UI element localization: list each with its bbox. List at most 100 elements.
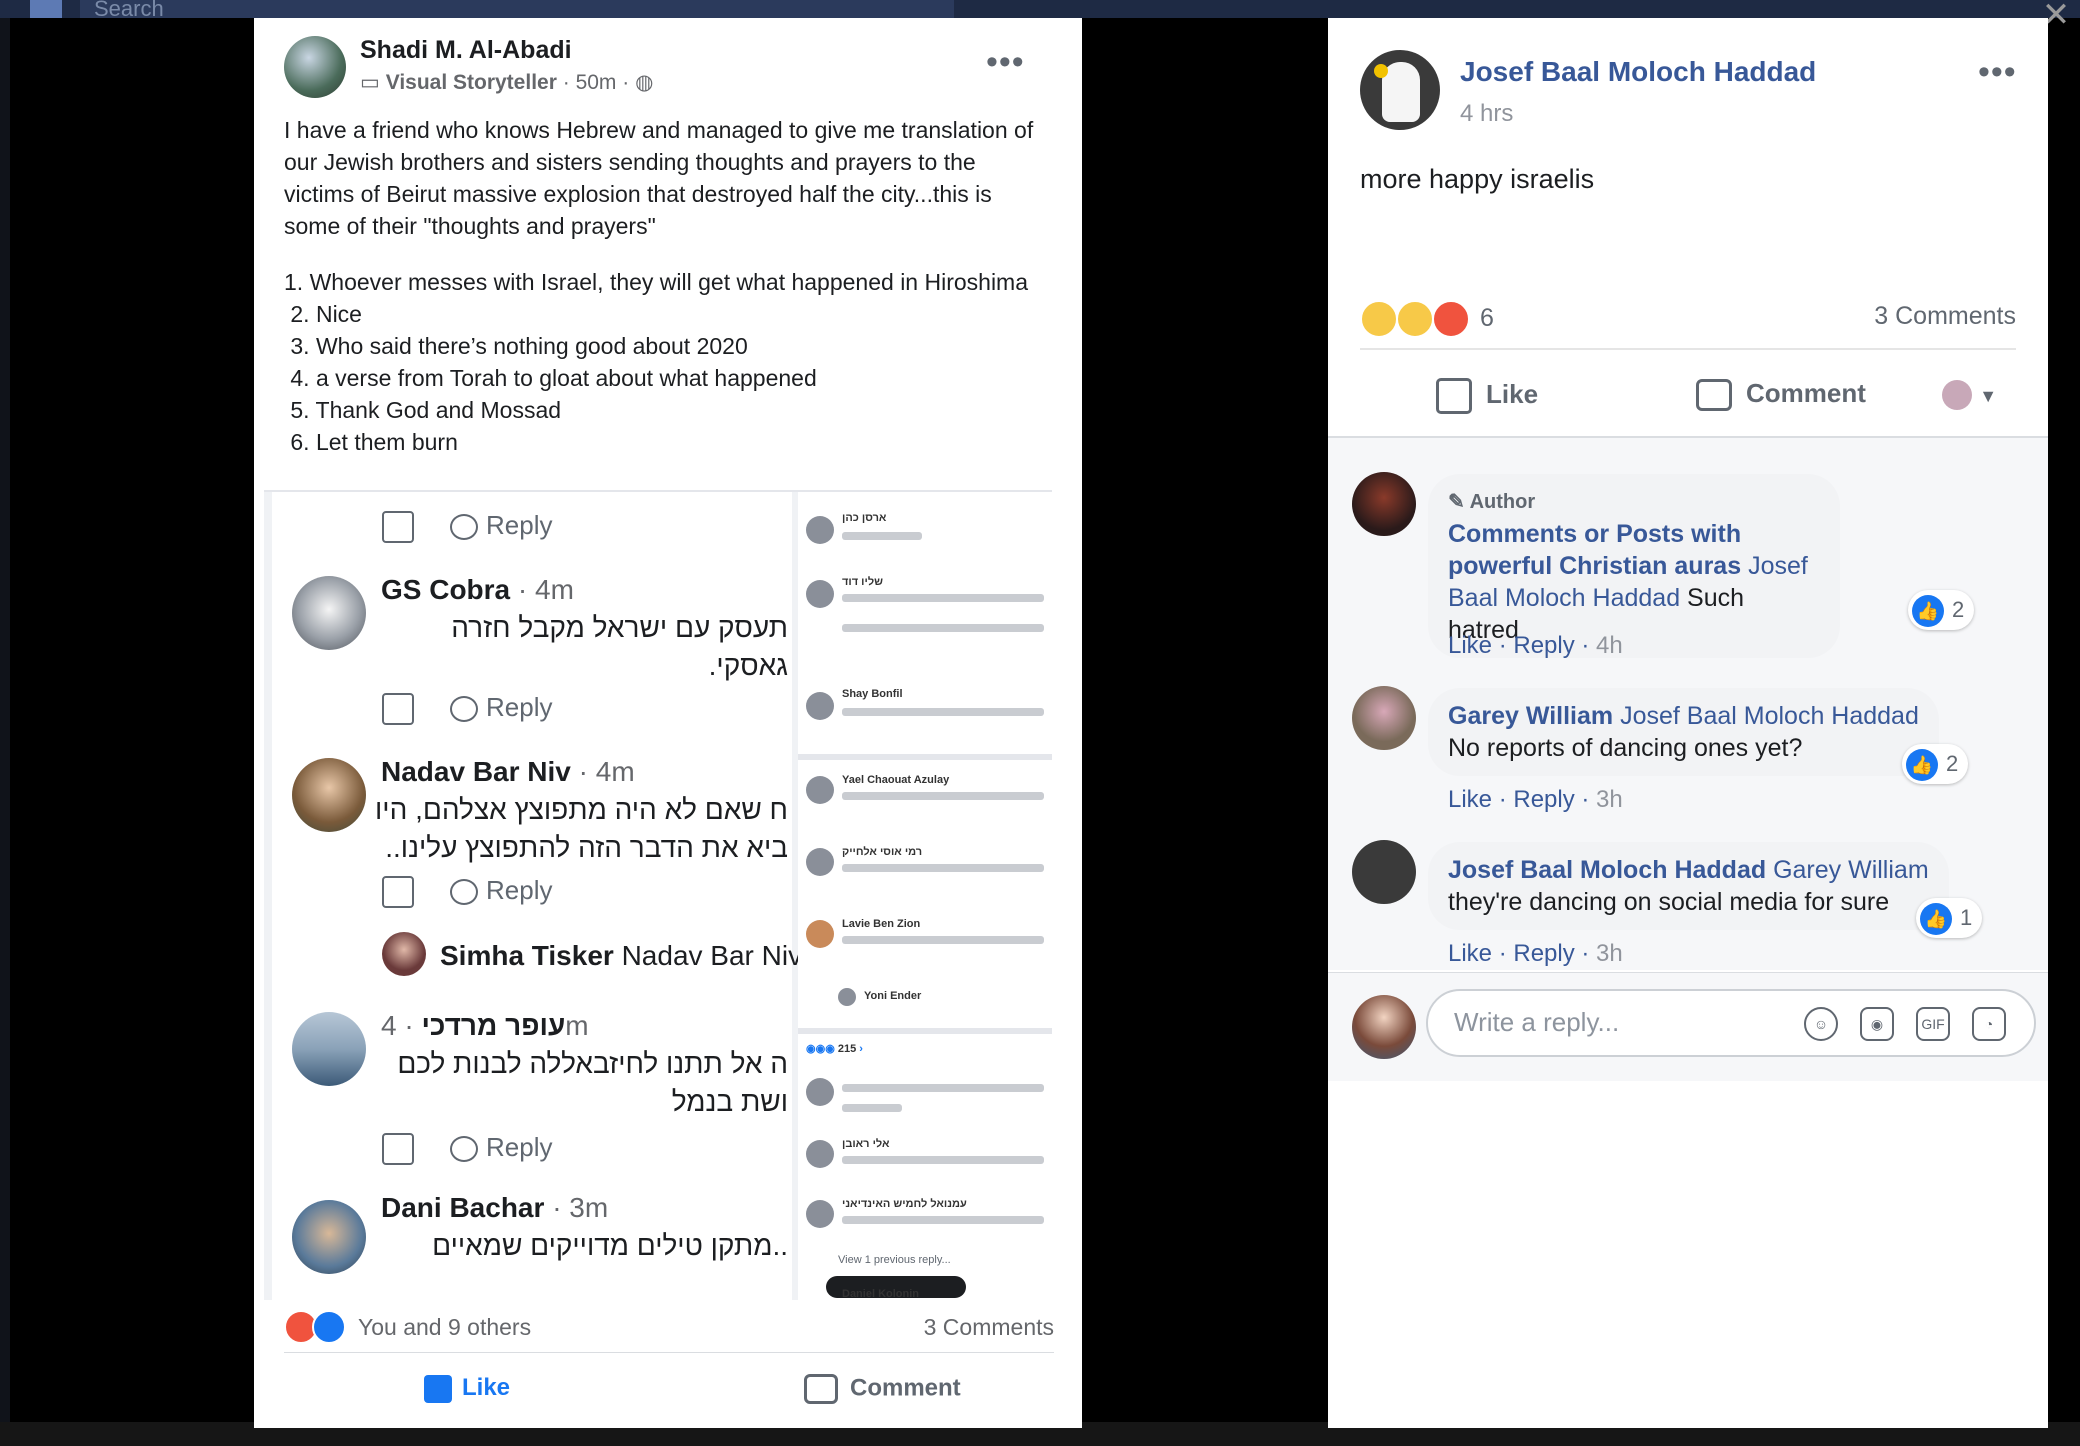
like-icon: 👍 bbox=[1906, 749, 1938, 782]
comment-like-link[interactable]: Like bbox=[1448, 940, 1492, 967]
reply-label: Reply bbox=[486, 1132, 553, 1162]
hebrew-comment-line: ח שאם לא היה מתפוצץ אצלהם, היו bbox=[375, 794, 788, 825]
reply-label: Reply bbox=[486, 875, 553, 905]
like-button[interactable]: Like bbox=[1436, 378, 1538, 414]
thumb-icon bbox=[382, 876, 414, 909]
list-item: 3. Who said there’s nothing good about 2… bbox=[284, 333, 748, 359]
mention-link[interactable]: Garey William bbox=[1773, 856, 1929, 884]
reply-bubble-icon bbox=[450, 879, 478, 906]
mini-comment: עמנואל לחמיש האינדיאני bbox=[798, 1192, 1052, 1252]
search-input[interactable]: Search bbox=[80, 0, 954, 18]
like-icon: 👍 bbox=[1920, 903, 1952, 936]
hebrew-comment-line: ה אל תתנו לחיזבאללה לבנות לכם bbox=[397, 1048, 788, 1079]
avatar[interactable] bbox=[1352, 840, 1416, 904]
comment-time[interactable]: 4h bbox=[1596, 632, 1623, 659]
comment-like-badge[interactable]: 👍 1 bbox=[1916, 898, 1983, 938]
avatar bbox=[1352, 995, 1416, 1059]
screenshot-comments-right: ארסן כהן שליו דוד Shay Bonfil Yael Chaou… bbox=[798, 492, 1052, 1300]
comment-reply-link[interactable]: Reply bbox=[1513, 632, 1574, 659]
avatar[interactable] bbox=[1352, 686, 1416, 750]
post-time[interactable]: 4 hrs bbox=[1460, 100, 1513, 128]
comment-icon bbox=[804, 1374, 838, 1404]
comment-actions: Like · Reply · 4h bbox=[1448, 632, 1623, 659]
gif-icon[interactable]: GIF bbox=[1916, 1007, 1950, 1041]
comment-text: they're dancing on social media for sure bbox=[1448, 888, 1890, 916]
sad-reaction-icon bbox=[1396, 300, 1434, 338]
post-body: I have a friend who knows Hebrew and man… bbox=[284, 114, 1044, 254]
reply-composer: Write a reply... ☺ ◉ GIF ◔ bbox=[1328, 972, 2048, 1081]
mini-comment: Daniel Kolonin bbox=[842, 1288, 919, 1300]
mini-comment: Shay Bonfil bbox=[798, 682, 1052, 752]
comment-like-badge[interactable]: 👍 2 bbox=[1902, 744, 1969, 784]
comment-reply-link[interactable]: Reply bbox=[1513, 940, 1574, 967]
screenshot-actions: Reply bbox=[382, 692, 553, 726]
reply-label: Reply bbox=[486, 510, 553, 540]
reply-placeholder: Write a reply... bbox=[1454, 1007, 1620, 1037]
mini-comment: ארסן כהן bbox=[798, 506, 1052, 566]
background-page bbox=[0, 18, 10, 1446]
avatar[interactable] bbox=[284, 36, 346, 98]
post-card: Josef Baal Moloch Haddad 4 hrs ••• more … bbox=[1328, 18, 2048, 1428]
screenshot-commenter: Nadav Bar Niv · 4m bbox=[381, 756, 635, 787]
post-author[interactable]: Josef Baal Moloch Haddad bbox=[1460, 56, 1816, 88]
screenshot-commenter: Dani Bachar · 3m bbox=[381, 1192, 609, 1223]
comment-time[interactable]: 3h bbox=[1596, 940, 1623, 967]
comment-like-badge[interactable]: 👍 2 bbox=[1908, 590, 1975, 630]
comment-time[interactable]: 3h bbox=[1596, 786, 1623, 813]
commenter-name[interactable]: Comments or Posts with powerful Christia… bbox=[1448, 520, 1741, 580]
shared-post-card: Shadi M. Al-Abadi ▭ Visual Storyteller ·… bbox=[254, 18, 1082, 1428]
comment-button[interactable]: Comment bbox=[804, 1374, 961, 1404]
hebrew-comment-line: ..מתקן טילים מדוייקים שמאיים bbox=[432, 1230, 788, 1261]
author-badge: Visual Storyteller bbox=[385, 71, 557, 94]
screenshot-actions: Reply bbox=[382, 1132, 553, 1166]
mini-comment: Yoni Ender bbox=[798, 988, 1052, 1018]
smiley-icon[interactable]: ☺ bbox=[1804, 1007, 1838, 1041]
reply-label: Reply bbox=[486, 692, 553, 722]
divider bbox=[798, 754, 1052, 760]
avatar[interactable] bbox=[1352, 472, 1416, 536]
reaction-selector[interactable]: ▼ bbox=[1942, 378, 1997, 411]
reply-bubble-icon bbox=[450, 696, 478, 723]
avatar bbox=[292, 576, 366, 650]
mention-link[interactable]: Josef Baal Moloch Haddad bbox=[1620, 702, 1919, 730]
avatar bbox=[382, 932, 426, 976]
screenshot-commenter: GS Cobra · 4m bbox=[381, 574, 574, 605]
comment-button[interactable]: Comment bbox=[1696, 378, 1866, 412]
reactions-summary[interactable]: You and 9 others bbox=[358, 1314, 531, 1341]
reaction-count[interactable]: 6 bbox=[1480, 304, 1494, 333]
mini-view-previous: View 1 previous reply... bbox=[838, 1254, 951, 1266]
camera-icon[interactable]: ◉ bbox=[1860, 1007, 1894, 1041]
post-text: I have a friend who knows Hebrew and man… bbox=[284, 117, 1034, 239]
more-options-icon[interactable]: ••• bbox=[986, 45, 1025, 79]
commenter-name[interactable]: Josef Baal Moloch Haddad bbox=[1448, 856, 1766, 884]
screenshot-comments-left: Reply GS Cobra · 4m תעסק עם ישראל מקבל ח… bbox=[272, 492, 818, 1300]
hebrew-comment-line: גאסקי. bbox=[708, 650, 788, 681]
comments-count[interactable]: 3 Comments bbox=[1874, 302, 2016, 331]
post-screenshot-image[interactable]: Reply GS Cobra · 4m תעסק עם ישראל מקבל ח… bbox=[264, 490, 1052, 1300]
reply-input[interactable]: Write a reply... ☺ ◉ GIF ◔ bbox=[1426, 989, 2036, 1057]
commenter-name[interactable]: Garey William bbox=[1448, 702, 1613, 730]
list-item: 2. Nice bbox=[284, 301, 362, 327]
comment-like-link[interactable]: Like bbox=[1448, 632, 1492, 659]
like-button[interactable]: Like bbox=[424, 1374, 510, 1403]
comment-text: No reports of dancing ones yet? bbox=[1448, 734, 1803, 762]
comment-like-link[interactable]: Like bbox=[1448, 786, 1492, 813]
facebook-logo-icon[interactable] bbox=[30, 0, 62, 18]
more-options-icon[interactable]: ••• bbox=[1978, 55, 2017, 89]
comments-count[interactable]: 3 Comments bbox=[924, 1314, 1054, 1341]
mini-comment bbox=[798, 1070, 1052, 1130]
screenshot-actions: Reply bbox=[382, 510, 553, 544]
post-actions: Like Comment ▼ bbox=[1328, 358, 2048, 438]
post-author[interactable]: Shadi M. Al-Abadi bbox=[360, 36, 572, 65]
author-badge: ✎ Author bbox=[1448, 491, 1536, 513]
pencil-icon: ✎ bbox=[1448, 491, 1465, 513]
mini-comment: שליו דוד bbox=[798, 570, 1052, 650]
post-time[interactable]: 50m bbox=[576, 71, 617, 94]
sticker-icon[interactable]: ◔ bbox=[1972, 1007, 2006, 1041]
avatar[interactable] bbox=[1360, 50, 1440, 130]
comment-bubble: ✎ Author Comments or Posts with powerful… bbox=[1428, 474, 1840, 658]
comment-actions: Like · Reply · 3h bbox=[1448, 786, 1623, 813]
comment-reply-link[interactable]: Reply bbox=[1513, 786, 1574, 813]
post-subheader: ▭ Visual Storyteller · 50m · ◍ bbox=[360, 71, 654, 94]
avatar bbox=[1942, 380, 1972, 411]
